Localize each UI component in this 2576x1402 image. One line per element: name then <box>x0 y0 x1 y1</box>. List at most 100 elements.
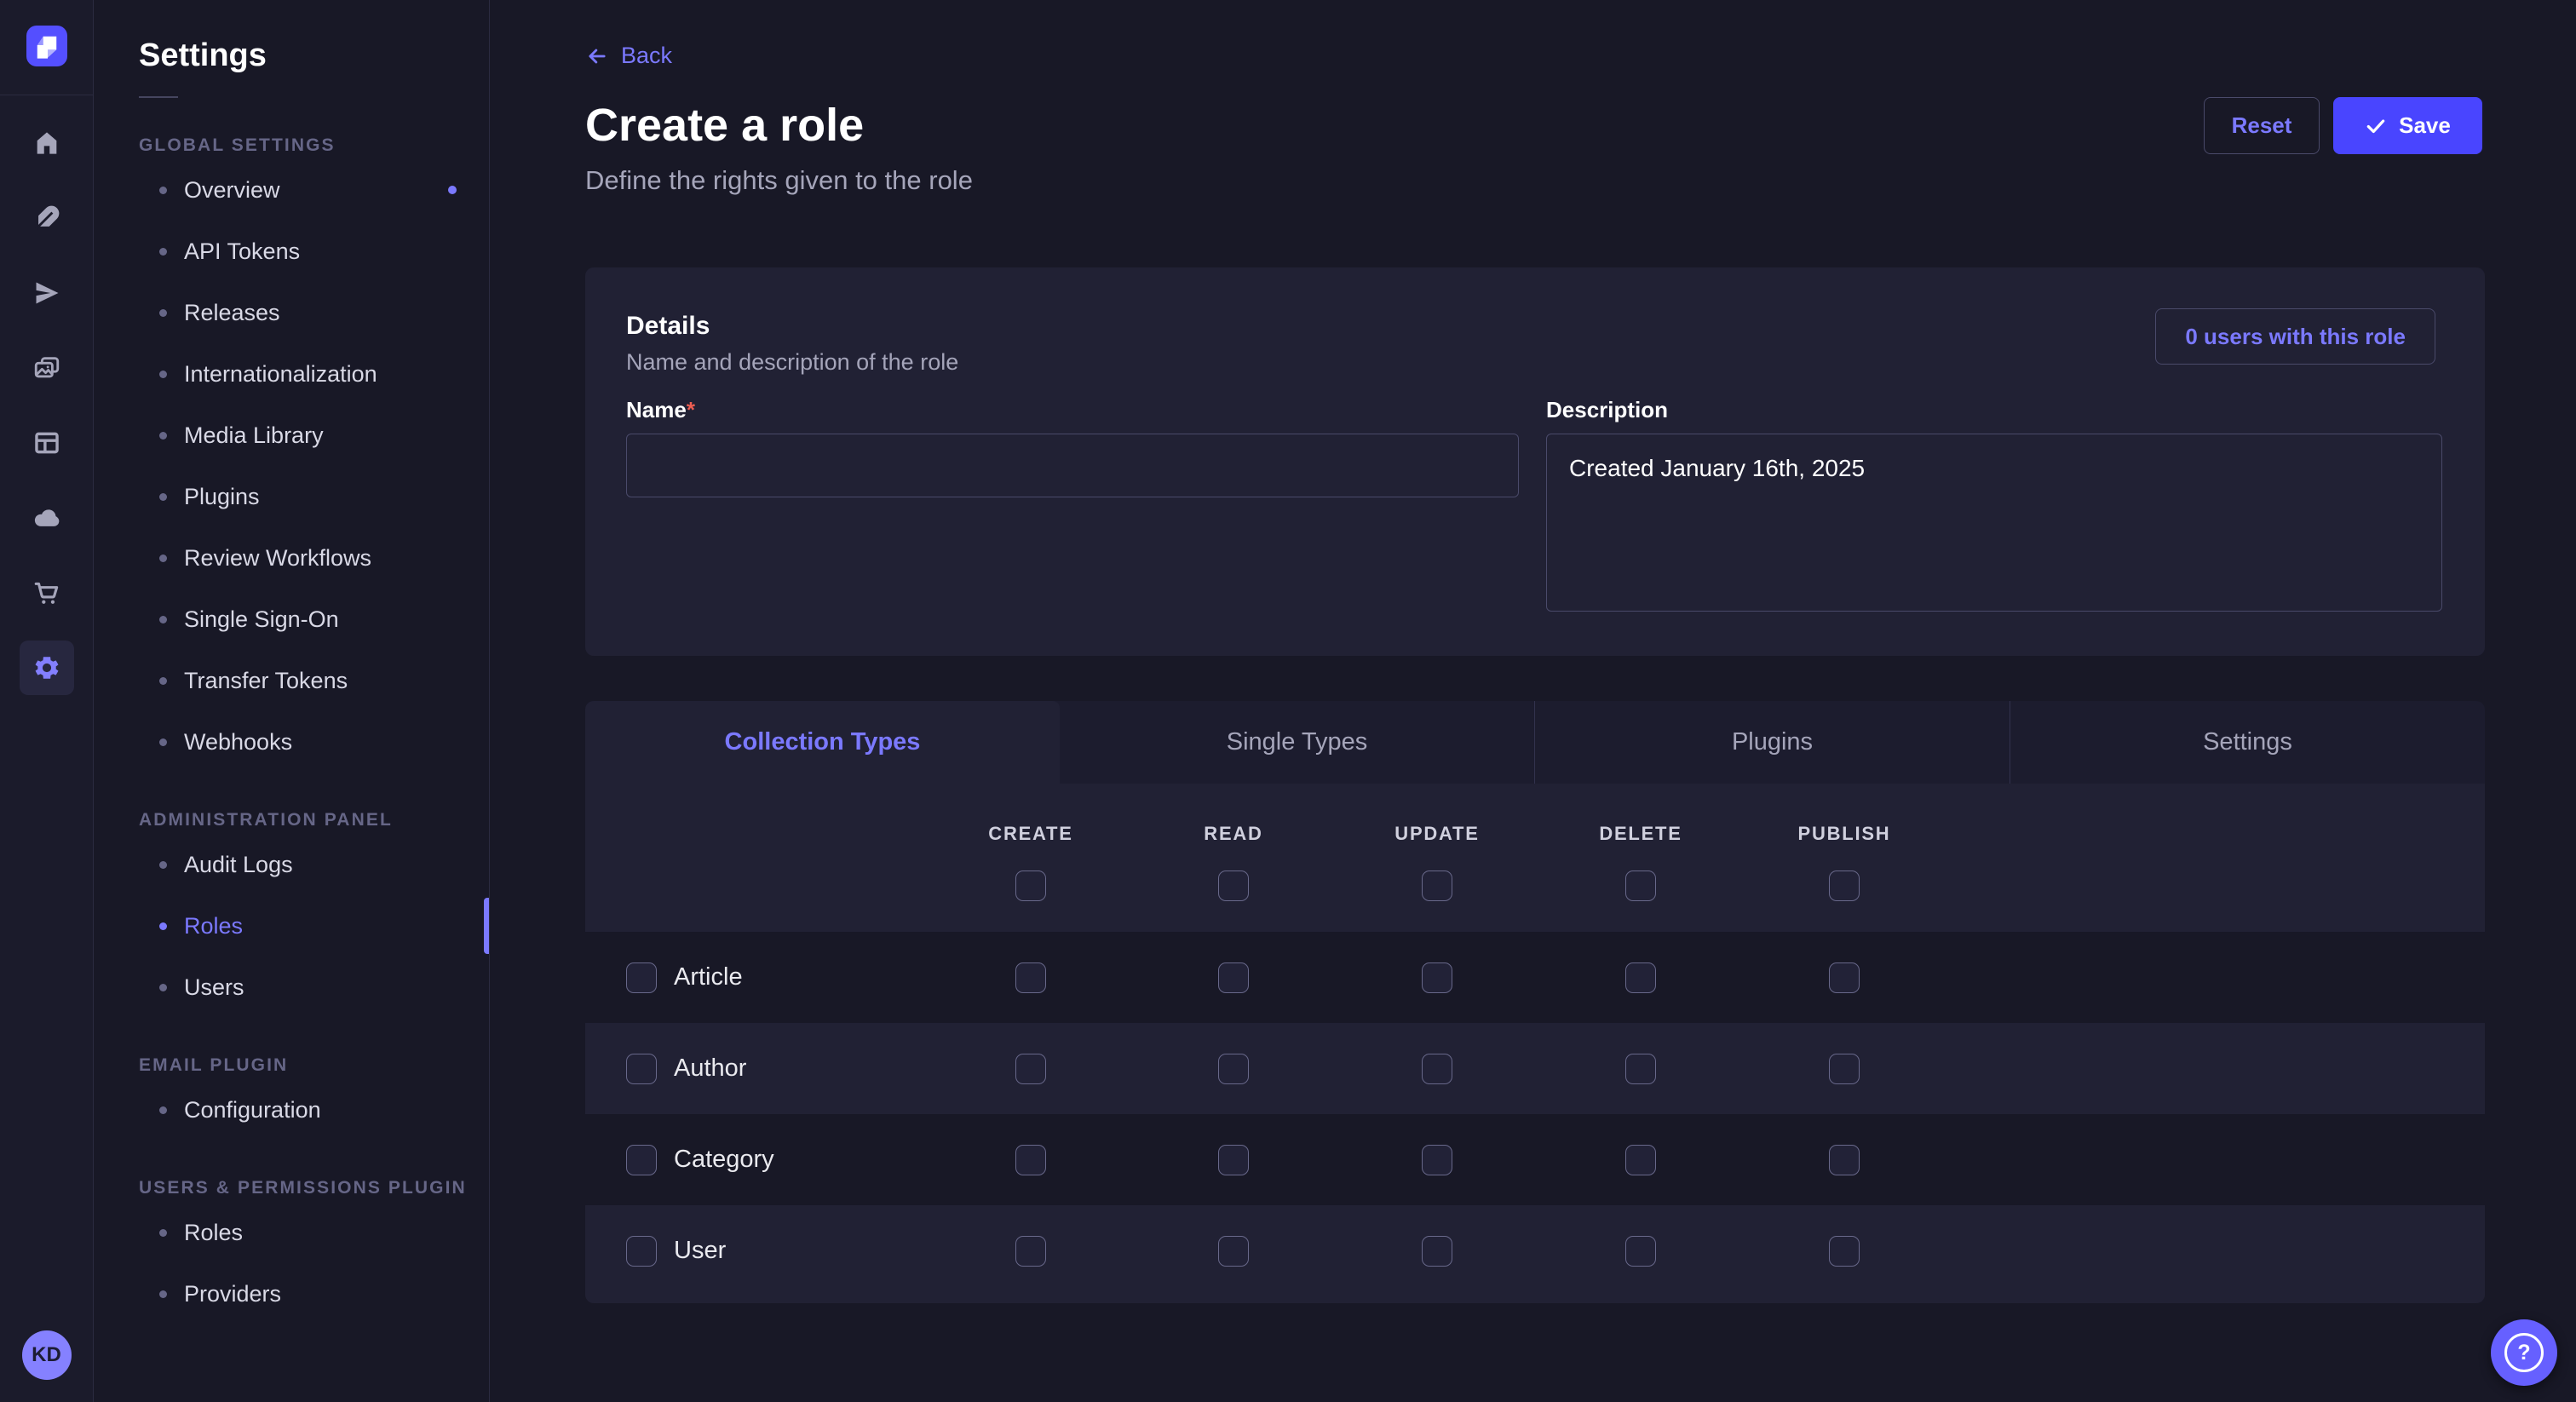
author-publish-checkbox[interactable] <box>1829 1054 1860 1084</box>
help-button[interactable]: ? <box>2491 1319 2557 1386</box>
sidebar-item-releases[interactable]: Releases <box>95 282 489 343</box>
article-read-checkbox[interactable] <box>1218 962 1249 993</box>
article-row-checkbox[interactable] <box>626 962 657 993</box>
author-create-checkbox[interactable] <box>1015 1054 1046 1084</box>
article-publish-checkbox[interactable] <box>1829 962 1860 993</box>
tab-collection-types[interactable]: Collection Types <box>585 701 1060 784</box>
sidebar-item-label: Overview <box>184 177 280 204</box>
save-button[interactable]: Save <box>2333 97 2482 154</box>
sidebar-item-label: Providers <box>184 1281 281 1307</box>
sidebar-item-label: Roles <box>184 1220 243 1246</box>
sidebar-item-label: Configuration <box>184 1097 321 1123</box>
strapi-logo-icon <box>34 33 60 59</box>
home-icon[interactable] <box>20 116 74 170</box>
sidebar-item-label: Releases <box>184 300 280 326</box>
back-link[interactable]: Back <box>585 43 672 69</box>
article-create-checkbox[interactable] <box>1015 962 1046 993</box>
tab-single-types[interactable]: Single Types <box>1060 701 1534 784</box>
details-title: Details <box>626 312 710 341</box>
user-publish-checkbox[interactable] <box>1829 1236 1860 1267</box>
sidebar-item-providers[interactable]: Providers <box>95 1263 489 1324</box>
author-delete-checkbox[interactable] <box>1625 1054 1656 1084</box>
nav-rail: KD <box>0 0 94 1402</box>
table-row-article: Article <box>585 932 2485 1023</box>
table-footer <box>585 1296 2485 1303</box>
settings-gear-icon[interactable] <box>20 641 74 695</box>
sidebar-item-label: Plugins <box>184 484 260 510</box>
notification-dot <box>448 186 457 194</box>
cloud-icon[interactable] <box>20 491 74 545</box>
sidebar-item-label: Review Workflows <box>184 545 371 572</box>
tab-settings[interactable]: Settings <box>2010 701 2485 784</box>
bullet-icon <box>159 616 167 623</box>
sidebar-item-single-sign-on[interactable]: Single Sign-On <box>95 589 489 650</box>
tab-plugins[interactable]: Plugins <box>1534 701 2010 784</box>
section-administration-panel: ADMINISTRATION PANEL <box>139 810 489 830</box>
sidebar-item-internationalization[interactable]: Internationalization <box>95 343 489 405</box>
strapi-logo[interactable] <box>26 26 67 66</box>
back-arrow-icon <box>585 44 609 68</box>
user-create-checkbox[interactable] <box>1015 1236 1046 1267</box>
row-label: Article <box>674 932 743 1023</box>
user-delete-checkbox[interactable] <box>1625 1236 1656 1267</box>
column-publish: PUBLISH <box>1759 823 1929 845</box>
deploy-paper-plane-icon[interactable] <box>20 266 74 320</box>
sidebar-item-label: Audit Logs <box>184 852 293 878</box>
sidebar-item-webhooks[interactable]: Webhooks <box>95 711 489 773</box>
permissions-card: Collection Types Single Types Plugins Se… <box>585 701 2485 1303</box>
back-label: Back <box>621 43 672 69</box>
sidebar-item-overview[interactable]: Overview <box>95 159 489 221</box>
name-input[interactable] <box>626 434 1519 497</box>
sidebar-item-transfer-tokens[interactable]: Transfer Tokens <box>95 650 489 711</box>
category-create-checkbox[interactable] <box>1015 1145 1046 1175</box>
sidebar-item-roles-admin[interactable]: Roles <box>95 895 489 957</box>
content-manager-layout-icon[interactable] <box>20 416 74 470</box>
table-row-author: Author <box>585 1023 2485 1114</box>
sidebar-item-label: Users <box>184 974 244 1001</box>
sidebar-item-audit-logs[interactable]: Audit Logs <box>95 834 489 895</box>
sidebar-item-plugins[interactable]: Plugins <box>95 466 489 527</box>
user-row-checkbox[interactable] <box>626 1236 657 1267</box>
bullet-icon <box>159 1106 167 1114</box>
select-all-create-checkbox[interactable] <box>1015 871 1046 901</box>
user-avatar[interactable]: KD <box>22 1330 72 1380</box>
sidebar-item-review-workflows[interactable]: Review Workflows <box>95 527 489 589</box>
category-read-checkbox[interactable] <box>1218 1145 1249 1175</box>
description-textarea[interactable]: Created January 16th, 2025 <box>1546 434 2442 612</box>
marketplace-cart-icon[interactable] <box>20 566 74 620</box>
sidebar-item-label: API Tokens <box>184 238 300 265</box>
reset-button[interactable]: Reset <box>2204 97 2320 154</box>
bullet-icon <box>159 371 167 378</box>
bullet-icon <box>159 248 167 256</box>
user-read-checkbox[interactable] <box>1218 1236 1249 1267</box>
column-read: READ <box>1148 823 1319 845</box>
bullet-icon <box>159 309 167 317</box>
users-with-role-button[interactable]: 0 users with this role <box>2155 308 2435 365</box>
article-delete-checkbox[interactable] <box>1625 962 1656 993</box>
user-update-checkbox[interactable] <box>1422 1236 1452 1267</box>
sidebar-item-configuration[interactable]: Configuration <box>95 1079 489 1141</box>
sidebar-item-users[interactable]: Users <box>95 957 489 1018</box>
select-all-update-checkbox[interactable] <box>1422 871 1452 901</box>
author-read-checkbox[interactable] <box>1218 1054 1249 1084</box>
category-update-checkbox[interactable] <box>1422 1145 1452 1175</box>
sidebar-item-roles-up[interactable]: Roles <box>95 1202 489 1263</box>
select-all-read-checkbox[interactable] <box>1218 871 1249 901</box>
author-update-checkbox[interactable] <box>1422 1054 1452 1084</box>
media-library-icon[interactable] <box>20 341 74 395</box>
category-publish-checkbox[interactable] <box>1829 1145 1860 1175</box>
sidebar-item-api-tokens[interactable]: API Tokens <box>95 221 489 282</box>
content-builder-feather-icon[interactable] <box>20 191 74 245</box>
sidebar-item-media-library[interactable]: Media Library <box>95 405 489 466</box>
sidebar-item-label: Single Sign-On <box>184 606 339 633</box>
row-label: Author <box>674 1023 746 1114</box>
category-row-checkbox[interactable] <box>626 1145 657 1175</box>
bullet-icon <box>159 922 167 930</box>
article-update-checkbox[interactable] <box>1422 962 1452 993</box>
sidebar-item-label: Media Library <box>184 422 324 449</box>
select-all-publish-checkbox[interactable] <box>1829 871 1860 901</box>
select-all-delete-checkbox[interactable] <box>1625 871 1656 901</box>
section-global-settings: GLOBAL SETTINGS <box>139 135 489 156</box>
author-row-checkbox[interactable] <box>626 1054 657 1084</box>
category-delete-checkbox[interactable] <box>1625 1145 1656 1175</box>
